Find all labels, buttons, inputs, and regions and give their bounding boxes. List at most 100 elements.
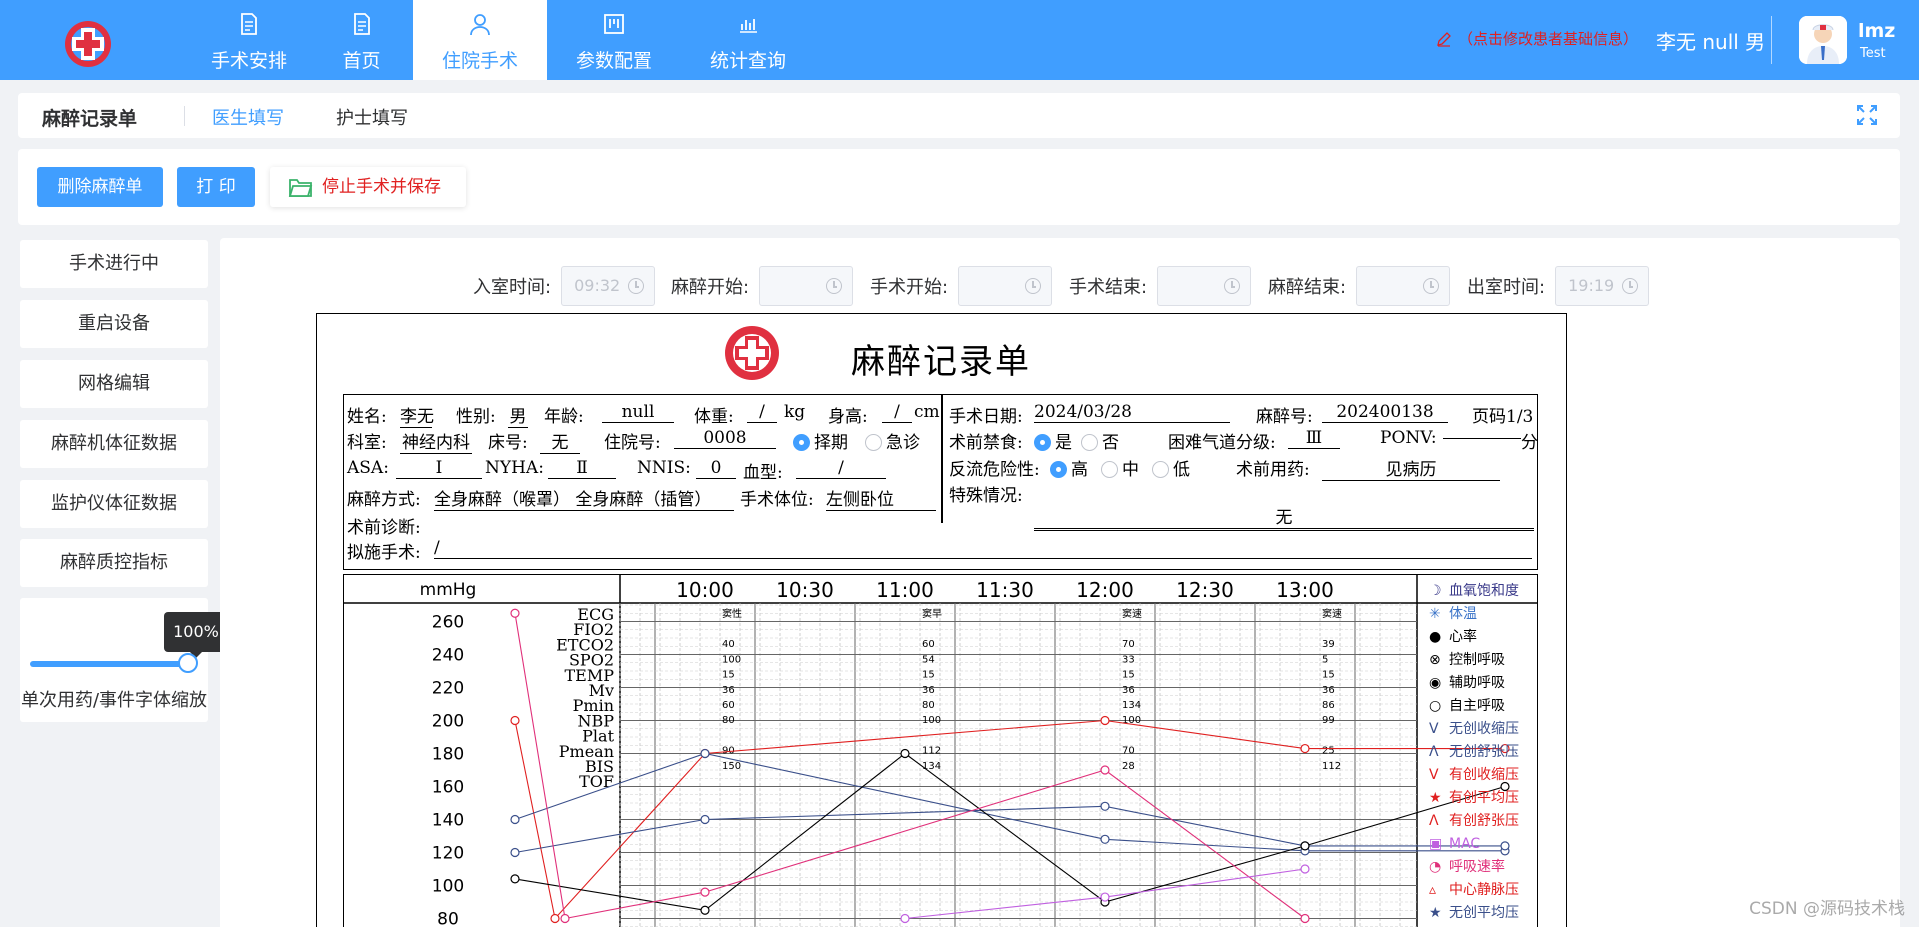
reflux-low-radio[interactable]: 低: [1152, 455, 1190, 480]
tab-nurse[interactable]: 护士填写: [336, 104, 408, 130]
zoom-slider-track[interactable]: [30, 661, 197, 667]
column-value: 60: [722, 700, 735, 711]
series-point: [900, 748, 910, 759]
nav-home[interactable]: 首页: [309, 0, 414, 80]
special-value[interactable]: 无: [1034, 503, 1534, 531]
sidebar-item-anesthesia-machine-data[interactable]: 麻醉机体征数据: [20, 420, 208, 468]
weight-label: 体重:: [694, 407, 734, 427]
time-label: 麻醉开始:: [671, 277, 750, 298]
y-tick-label: 120: [432, 844, 464, 864]
sidebar-item-quality-indicators[interactable]: 麻醉质控指标: [20, 539, 208, 587]
room-out-time-input[interactable]: 19:19: [1555, 266, 1650, 306]
method-value[interactable]: 全身麻醉（喉罩） 全身麻醉（插管）: [434, 485, 734, 511]
series-point: [1300, 913, 1310, 924]
fasting-no-radio[interactable]: 否: [1081, 428, 1119, 453]
print-button[interactable]: 打 印: [177, 167, 255, 207]
room-in-time-input[interactable]: 09:32: [561, 266, 656, 306]
column-value: 15: [922, 670, 935, 681]
nav-label: 首页: [342, 50, 381, 72]
blood-value[interactable]: /: [796, 458, 886, 479]
column-value: 28: [1122, 761, 1135, 772]
surgery-date-value[interactable]: 2024/03/28: [1034, 402, 1230, 423]
hospital-logo-icon: [65, 21, 111, 67]
nav-surgery-schedule[interactable]: 手术安排: [189, 0, 309, 80]
y-tick-label: 200: [432, 712, 464, 732]
legend-label: 无创收缩压: [1449, 721, 1519, 737]
column-header: 窦速: [1122, 607, 1142, 620]
legend-symbol: ◔: [1429, 859, 1441, 875]
x-tick-label: 10:00: [676, 578, 734, 602]
dept-value[interactable]: 神经内科: [400, 428, 472, 454]
weight-unit: kg: [784, 402, 806, 422]
delete-record-button[interactable]: 删除麻醉单: [37, 167, 163, 207]
sidebar-item-in-progress[interactable]: 手术进行中: [20, 240, 208, 288]
top-navbar: 手术安排 首页 住院手术 参数配置 统计查询 （点击修改患者基础信息） 李无 n…: [0, 0, 1919, 80]
time-field-surgery-end: 手术结束:: [1069, 266, 1252, 306]
nnis-value[interactable]: 0: [696, 458, 736, 479]
fasting-yes-radio[interactable]: 是: [1034, 428, 1072, 453]
clock-icon: [1423, 278, 1440, 294]
premed-value[interactable]: 见病历: [1322, 455, 1500, 481]
special-label: 特殊情况:: [949, 486, 1023, 506]
nav-label: 住院手术: [441, 50, 518, 72]
airway-value[interactable]: Ⅲ: [1288, 428, 1340, 449]
doctor-avatar-icon: [1799, 16, 1847, 64]
anesthesia-no-value[interactable]: 202400138: [1322, 402, 1448, 423]
name-value[interactable]: 李无: [400, 402, 434, 428]
height-unit: cm: [914, 402, 940, 422]
edit-patient-link[interactable]: （点击修改患者基础信息）: [1436, 28, 1638, 49]
admission-value[interactable]: 0008: [674, 428, 776, 449]
tab-doctor[interactable]: 医生填写: [212, 104, 284, 130]
fasting-label: 术前禁食:: [949, 433, 1023, 453]
nav-parameter-config[interactable]: 参数配置: [547, 0, 681, 80]
position-value[interactable]: 左侧卧位: [826, 485, 936, 511]
anesthesia-end-input[interactable]: [1356, 266, 1451, 306]
legend-label: 中心静脉压: [1449, 882, 1519, 898]
clock-icon: [1025, 278, 1042, 294]
emergency-label: 急诊: [886, 433, 920, 453]
edit-icon: [1437, 31, 1451, 47]
planned-surgery-value[interactable]: /: [434, 538, 1532, 559]
font-zoom-panel: 100% 单次用药/事件字体缩放: [20, 598, 228, 722]
legend-label: 自主呼吸: [1449, 698, 1505, 714]
column-value: 112: [1322, 761, 1341, 772]
bed-value[interactable]: 无: [540, 428, 580, 454]
age-label: 年龄:: [544, 407, 584, 427]
airway-label: 困难气道分级:: [1168, 433, 1276, 453]
legend-label: 有创舒张压: [1449, 813, 1519, 829]
height-value[interactable]: /: [882, 402, 912, 423]
emergency-radio[interactable]: 急诊: [865, 428, 920, 453]
age-value[interactable]: null: [602, 402, 674, 423]
legend-label: 体温: [1449, 606, 1477, 622]
sex-value[interactable]: 男: [508, 402, 528, 428]
asa-value[interactable]: Ⅰ: [396, 458, 482, 479]
sidebar-item-monitor-data[interactable]: 监护仪体征数据: [20, 480, 208, 528]
reflux-mid-radio[interactable]: 中: [1101, 455, 1139, 480]
y-tick-label: 100: [432, 877, 464, 897]
elective-radio[interactable]: 择期: [793, 428, 848, 453]
sidebar-item-grid-edit[interactable]: 网格编辑: [20, 360, 208, 408]
column-value: 39: [1322, 639, 1335, 650]
ponv-value[interactable]: [1443, 428, 1521, 448]
zoom-slider-handle[interactable]: [178, 653, 198, 673]
column-value: 36: [1122, 685, 1135, 696]
nyha-value[interactable]: Ⅱ: [548, 458, 616, 479]
surgery-end-input[interactable]: [1157, 266, 1252, 306]
nav-statistics[interactable]: 统计查询: [681, 0, 815, 80]
time-value: 19:19: [1568, 276, 1615, 295]
series-point: [700, 905, 710, 915]
nav-label: 手术安排: [210, 50, 287, 72]
nav-inpatient-surgery[interactable]: 住院手术: [413, 0, 547, 80]
weight-value[interactable]: /: [747, 402, 777, 423]
stop-and-save-button[interactable]: 停止手术并保存: [270, 167, 466, 207]
anesthesia-start-input[interactable]: [759, 266, 854, 306]
column-value: 54: [922, 654, 935, 665]
legend-symbol: V: [1429, 767, 1439, 783]
sidebar-item-restart-device[interactable]: 重启设备: [20, 300, 208, 348]
blood-label: 血型:: [743, 463, 783, 483]
surgery-start-input[interactable]: [958, 266, 1053, 306]
series-point: [1100, 834, 1110, 844]
fullscreen-icon[interactable]: [1856, 104, 1878, 126]
avatar[interactable]: [1799, 16, 1847, 64]
reflux-high-radio[interactable]: 高: [1050, 455, 1088, 480]
